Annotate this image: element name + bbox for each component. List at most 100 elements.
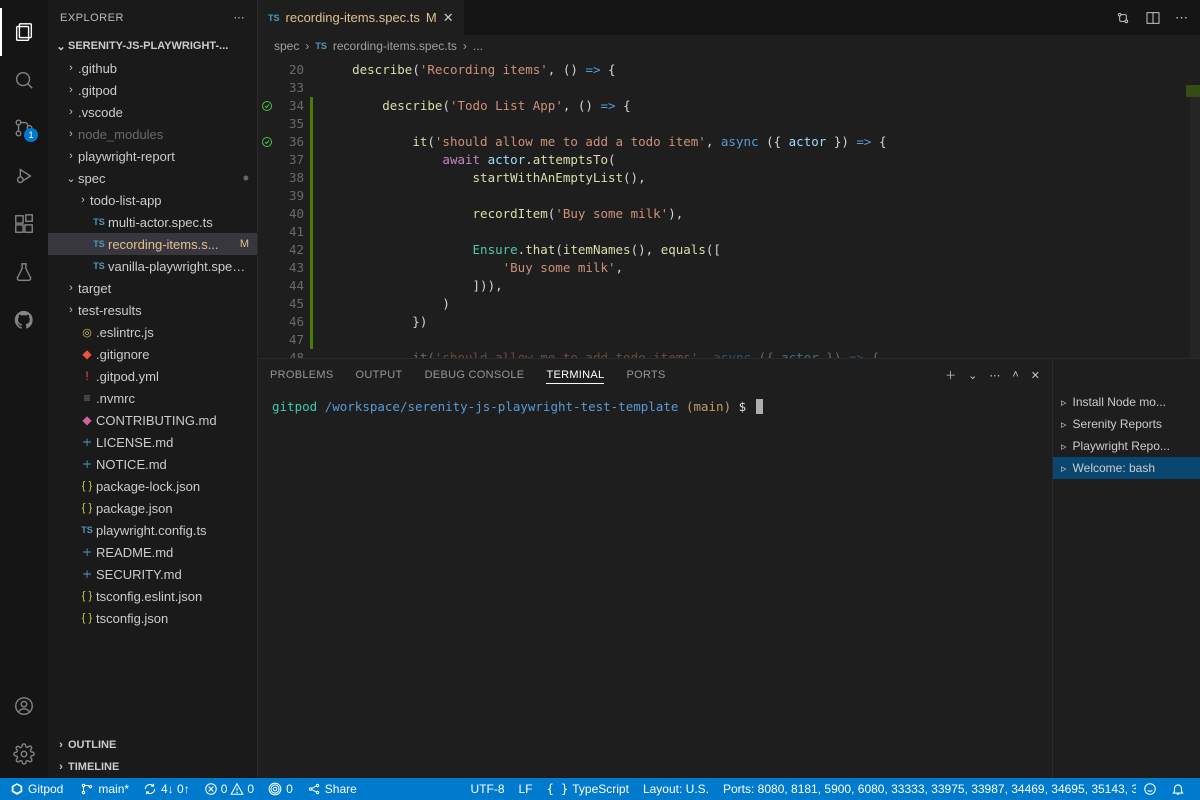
status-sync[interactable]: 4↓ 0↑ xyxy=(136,778,197,800)
file-item[interactable]: ≡.nvmrc xyxy=(48,387,257,409)
outline-label: OUTLINE xyxy=(68,739,116,751)
file-item[interactable]: TSplaywright.config.ts xyxy=(48,519,257,541)
terminal-cursor xyxy=(756,399,763,414)
close-panel-icon[interactable]: ✕ xyxy=(1031,369,1040,382)
activity-debug[interactable] xyxy=(0,152,48,200)
compare-changes-icon[interactable] xyxy=(1115,10,1131,26)
maximize-panel-icon[interactable]: ˄ xyxy=(1012,369,1018,381)
terminal-task[interactable]: ▹Playwright Repo... xyxy=(1053,435,1200,457)
folder-item[interactable]: ›todo-list-app xyxy=(48,189,257,211)
folder-item[interactable]: ›.github xyxy=(48,57,257,79)
code-editor[interactable]: 2033343536373839404142434445464748 descr… xyxy=(258,57,1200,358)
status-share[interactable]: Share xyxy=(300,778,364,800)
tree-item-label: CONTRIBUTING.md xyxy=(96,413,249,428)
split-editor-icon[interactable] xyxy=(1145,10,1161,26)
file-item[interactable]: 🞣README.md xyxy=(48,541,257,563)
folder-item[interactable]: ›test-results xyxy=(48,299,257,321)
md-icon: 🞣 xyxy=(78,435,96,450)
file-item[interactable]: 🞣NOTICE.md xyxy=(48,453,257,475)
outline-header[interactable]: › OUTLINE xyxy=(48,734,257,756)
project-header[interactable]: ⌄ SERENITY-JS-PLAYWRIGHT-... xyxy=(48,35,257,57)
status-branch[interactable]: main* xyxy=(73,778,136,800)
file-item[interactable]: TSrecording-items.s...M xyxy=(48,233,257,255)
status-eol[interactable]: LF xyxy=(512,778,540,800)
file-item[interactable]: 🞣LICENSE.md xyxy=(48,431,257,453)
status-language[interactable]: { } TypeScript xyxy=(540,778,636,800)
chevron-down-icon: ⌄ xyxy=(54,40,68,53)
tab-modified-badge: M xyxy=(426,10,437,25)
folder-item[interactable]: ⌄spec• xyxy=(48,167,257,189)
minimap[interactable] xyxy=(1186,57,1200,358)
file-item[interactable]: ◆CONTRIBUTING.md xyxy=(48,409,257,431)
terminal-tasks: ▹Install Node mo...▹Serenity Reports▹Pla… xyxy=(1052,359,1200,778)
tree-item-label: playwright-report xyxy=(78,149,249,164)
editor-tab-active[interactable]: TS recording-items.spec.ts M ✕ xyxy=(258,0,465,35)
breadcrumb-folder[interactable]: spec xyxy=(274,39,299,53)
json-icon: { } xyxy=(78,590,96,602)
activity-extensions[interactable] xyxy=(0,200,48,248)
more-icon[interactable]: ⋯ xyxy=(989,369,1000,382)
json-icon: { } xyxy=(78,480,96,492)
file-item[interactable]: TSvanilla-playwright.spec... xyxy=(48,255,257,277)
activity-explorer[interactable] xyxy=(0,8,48,56)
new-terminal-icon[interactable]: ＋ xyxy=(945,367,956,383)
tree-item-label: multi-actor.spec.ts xyxy=(108,215,249,230)
folder-item[interactable]: ›.gitpod xyxy=(48,79,257,101)
timeline-header[interactable]: › TIMELINE xyxy=(48,756,257,778)
activity-account[interactable] xyxy=(0,682,48,730)
chevron-down-icon[interactable]: ⌄ xyxy=(968,369,977,382)
close-icon[interactable]: ✕ xyxy=(443,10,454,26)
file-item[interactable]: ◆.gitignore xyxy=(48,343,257,365)
activity-settings[interactable] xyxy=(0,730,48,778)
status-ports[interactable]: Ports: 8080, 8181, 5900, 6080, 33333, 33… xyxy=(716,778,1136,800)
status-notifications-icon[interactable] xyxy=(1164,778,1192,800)
status-problems[interactable]: 0 0 xyxy=(197,778,261,800)
panel-tab-ports[interactable]: PORTS xyxy=(626,367,665,384)
more-icon[interactable]: ⋯ xyxy=(1175,10,1188,26)
tree-item-label: tsconfig.eslint.json xyxy=(96,589,249,604)
status-feedback-icon[interactable] xyxy=(1136,778,1164,800)
explorer-more-icon[interactable]: ⋯ xyxy=(234,11,246,24)
activity-github[interactable] xyxy=(0,296,48,344)
file-item[interactable]: ◎.eslintrc.js xyxy=(48,321,257,343)
activity-search[interactable] xyxy=(0,56,48,104)
terminal-task[interactable]: ▹Install Node mo... xyxy=(1053,391,1200,413)
explorer-title: EXPLORER xyxy=(60,12,124,24)
folder-item[interactable]: ›node_modules xyxy=(48,123,257,145)
tree-item-label: package.json xyxy=(96,501,249,516)
status-layout[interactable]: Layout: U.S. xyxy=(636,778,716,800)
activity-testing[interactable] xyxy=(0,248,48,296)
status-gitpod[interactable]: Gitpod xyxy=(0,778,73,800)
panel-tabs: PROBLEMS OUTPUT DEBUG CONSOLE TERMINAL PORTS… xyxy=(258,359,1052,391)
panel-tab-debug-console[interactable]: DEBUG CONSOLE xyxy=(425,367,525,384)
file-item[interactable]: TSmulti-actor.spec.ts xyxy=(48,211,257,233)
file-item[interactable]: !.gitpod.yml xyxy=(48,365,257,387)
folder-item[interactable]: ›target xyxy=(48,277,257,299)
breadcrumb-more[interactable]: ... xyxy=(473,39,483,53)
tree-item-label: tsconfig.json xyxy=(96,611,249,626)
status-ports-warn[interactable]: 0 xyxy=(261,778,300,800)
folder-item[interactable]: ›playwright-report xyxy=(48,145,257,167)
terminal-icon: ▹ xyxy=(1061,462,1067,475)
breadcrumbs[interactable]: spec › TS recording-items.spec.ts › ... xyxy=(258,35,1200,57)
file-item[interactable]: { }package.json xyxy=(48,497,257,519)
panel-tab-terminal[interactable]: TERMINAL xyxy=(546,367,604,384)
file-item[interactable]: { }package-lock.json xyxy=(48,475,257,497)
file-item[interactable]: { }tsconfig.eslint.json xyxy=(48,585,257,607)
panel-tab-output[interactable]: OUTPUT xyxy=(356,367,403,384)
terminal-task[interactable]: ▹Serenity Reports xyxy=(1053,413,1200,435)
activity-scm[interactable]: 1 xyxy=(0,104,48,152)
folder-item[interactable]: ›.vscode xyxy=(48,101,257,123)
terminal[interactable]: gitpod /workspace/serenity-js-playwright… xyxy=(258,391,1052,778)
status-encoding[interactable]: UTF-8 xyxy=(464,778,512,800)
terminal-task[interactable]: ▹Welcome: bash xyxy=(1053,457,1200,479)
chevron-right-icon: › xyxy=(76,194,90,206)
breadcrumb-file[interactable]: recording-items.spec.ts xyxy=(333,39,457,53)
tab-filename: recording-items.spec.ts xyxy=(286,10,420,25)
file-item[interactable]: { }tsconfig.json xyxy=(48,607,257,629)
file-item[interactable]: 🞣SECURITY.md xyxy=(48,563,257,585)
panel-tab-problems[interactable]: PROBLEMS xyxy=(270,367,334,384)
diff-indicator xyxy=(310,97,313,349)
tree-item-label: .gitignore xyxy=(96,347,249,362)
terminal-path: /workspace/serenity-js-playwright-test-t… xyxy=(325,399,679,414)
